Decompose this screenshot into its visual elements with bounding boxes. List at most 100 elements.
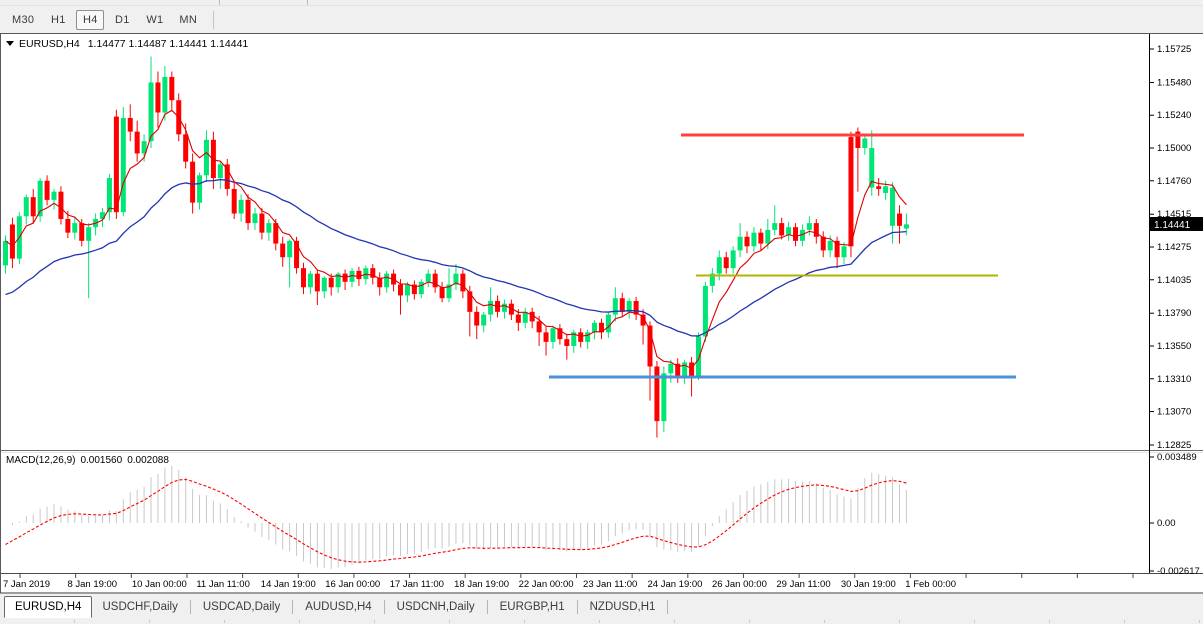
candle — [246, 194, 251, 230]
chart-tab-nzdusd[interactable]: NZDUSD,H1 — [580, 596, 666, 618]
time-axis-label: 17 Jan 11:00 — [390, 579, 444, 590]
timeframe-button-mn[interactable]: MN — [173, 10, 203, 30]
candle — [876, 178, 881, 196]
candle — [620, 293, 625, 318]
price-axis-label: 1.14275 — [1157, 242, 1191, 253]
candle — [377, 272, 382, 295]
candle — [169, 72, 174, 110]
candle — [58, 186, 63, 224]
candle — [599, 319, 604, 339]
time-axis-label: 29 Jan 11:00 — [776, 579, 830, 590]
candle — [731, 246, 736, 273]
price-chart-canvas[interactable]: 1.157251.154801.152401.150001.147601.145… — [1, 34, 1203, 593]
time-axis-label: 7 Jan 2019 — [3, 579, 50, 590]
candle — [433, 270, 438, 293]
chart-tab-audusd[interactable]: AUDUSD,H4 — [295, 596, 381, 618]
timeframe-button-m30[interactable]: M30 — [6, 10, 40, 30]
toolbar-separator — [219, 0, 220, 5]
candle — [370, 264, 375, 284]
price-axis-label: 1.15725 — [1157, 44, 1191, 55]
candle — [724, 252, 729, 274]
candle — [45, 175, 50, 205]
candle — [523, 308, 528, 328]
candle — [308, 271, 313, 294]
candle — [259, 208, 264, 239]
time-axis-label: 30 Jan 19:00 — [841, 579, 896, 590]
candle — [855, 128, 860, 192]
toolbar-separator — [307, 0, 308, 5]
candle — [287, 239, 292, 287]
candle — [273, 219, 278, 250]
tab-separator — [384, 600, 385, 614]
candle — [426, 270, 431, 288]
candle — [10, 218, 15, 269]
candle — [578, 328, 583, 347]
chart-tab-usdchf[interactable]: USDCHF,Daily — [92, 596, 187, 618]
ma-slow-line — [6, 180, 907, 336]
price-axis[interactable]: 1.157251.154801.152401.150001.147601.145… — [1149, 44, 1191, 451]
candle — [107, 174, 112, 220]
time-axis-label: 11 Jan 11:00 — [196, 579, 250, 590]
candle — [197, 173, 202, 210]
tab-separator — [577, 600, 578, 614]
candle — [453, 264, 458, 290]
candle — [890, 182, 895, 243]
candle — [322, 276, 327, 298]
candle — [544, 327, 549, 356]
macd-axis-zero: 0.00 — [1157, 518, 1176, 529]
chart-tab-usdcnh[interactable]: USDCNH,Daily — [387, 596, 485, 618]
svg-text:1.14441: 1.14441 — [1154, 220, 1191, 231]
candle — [218, 162, 223, 189]
candle — [86, 223, 91, 298]
price-axis-label: 1.14760 — [1157, 176, 1191, 187]
candle — [592, 320, 597, 339]
candle — [204, 130, 209, 182]
time-axis[interactable]: 7 Jan 20198 Jan 19:0010 Jan 00:0011 Jan … — [3, 574, 1133, 590]
candle — [772, 205, 777, 235]
candle — [897, 205, 902, 243]
price-axis-label: 1.13550 — [1157, 341, 1191, 352]
time-axis-label: 10 Jan 00:00 — [132, 579, 187, 590]
candle — [835, 237, 840, 268]
price-axis-label: 1.15480 — [1157, 77, 1191, 88]
macd-axis[interactable]: 0.003489 0.00 -0.002617 — [1149, 452, 1200, 577]
toolbar-overflow-strip — [0, 0, 1203, 6]
time-axis-label: 16 Jan 00:00 — [325, 579, 380, 590]
candle — [24, 194, 29, 224]
price-axis-label: 1.13790 — [1157, 308, 1191, 319]
candle — [384, 271, 389, 293]
timeframe-button-h4[interactable]: H4 — [76, 10, 104, 30]
timeframe-button-w1[interactable]: W1 — [140, 10, 169, 30]
candle — [135, 121, 140, 162]
candle — [481, 312, 486, 332]
symbol-dropdown-icon[interactable] — [6, 41, 14, 46]
candle — [31, 189, 36, 223]
candle — [162, 66, 167, 121]
candle — [779, 218, 784, 240]
tab-separator — [190, 600, 191, 614]
price-axis-label: 1.14035 — [1157, 275, 1191, 286]
candle — [682, 360, 687, 385]
candle — [738, 223, 743, 257]
candle — [280, 237, 285, 267]
time-axis-label: 14 Jan 19:00 — [261, 579, 316, 590]
candle — [79, 219, 84, 246]
candle — [793, 223, 798, 246]
candle — [155, 72, 160, 128]
timeframe-button-d1[interactable]: D1 — [108, 10, 136, 30]
chart-tab-eurgbp[interactable]: EURGBP,H1 — [490, 596, 575, 618]
price-axis-label: 1.13070 — [1157, 407, 1191, 418]
current-price-badge: 1.14441 — [1150, 217, 1203, 231]
price-axis-label: 1.15000 — [1157, 143, 1191, 154]
timeframe-button-h1[interactable]: H1 — [44, 10, 72, 30]
chart-tab-eurusd[interactable]: EURUSD,H4 — [4, 596, 92, 618]
macd-axis-max: 0.003489 — [1157, 452, 1197, 463]
candle — [564, 334, 569, 360]
candle — [745, 231, 750, 253]
candle — [315, 270, 320, 306]
candle — [821, 231, 826, 257]
macd-signal-line — [6, 479, 907, 562]
chart-tab-usdcad[interactable]: USDCAD,Daily — [193, 596, 290, 618]
candle — [419, 279, 424, 298]
candle — [412, 280, 417, 299]
